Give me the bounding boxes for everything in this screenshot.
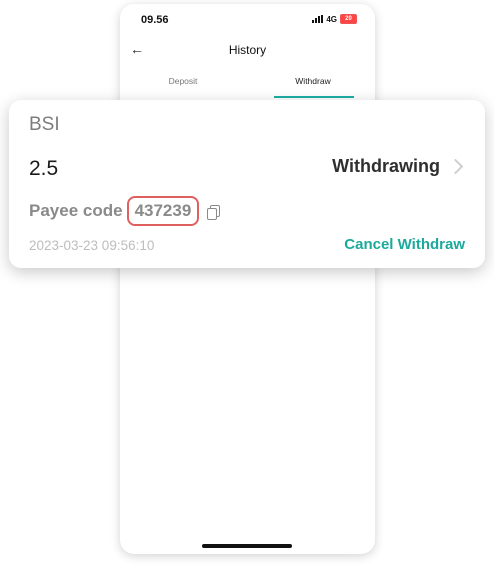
payee-label: Payee code xyxy=(29,201,123,220)
status-time: 09.56 xyxy=(141,14,169,26)
cancel-withdraw-button[interactable]: Cancel Withdraw xyxy=(344,236,465,253)
withdraw-amount: 2.5 xyxy=(29,157,59,180)
withdraw-status: Withdrawing xyxy=(332,156,440,176)
battery-icon: 20 xyxy=(340,14,357,24)
phone-frame: 09.56 4G 20 ← History Deposit Withdraw xyxy=(120,4,375,554)
tab-bar: Deposit Withdraw xyxy=(120,74,375,102)
withdraw-history-card[interactable]: BSI 2.5 Withdrawing Payee code 437239 20… xyxy=(9,100,485,268)
tab-active-indicator xyxy=(274,96,354,98)
bank-name: BSI xyxy=(29,114,60,135)
chevron-right-icon[interactable] xyxy=(447,158,464,175)
payee-row: Payee code 437239 xyxy=(29,196,221,226)
status-bar: 09.56 4G 20 xyxy=(120,4,375,34)
status-indicators: 4G 20 xyxy=(312,14,357,24)
tab-deposit[interactable]: Deposit xyxy=(128,76,238,86)
home-indicator xyxy=(202,544,292,548)
status-group[interactable]: Withdrawing xyxy=(332,156,465,177)
page-title: History xyxy=(228,43,267,57)
withdraw-date: 2023-03-23 09:56:10 xyxy=(29,238,155,253)
header: ← History xyxy=(120,38,375,66)
copy-icon[interactable] xyxy=(207,204,221,220)
network-type: 4G xyxy=(326,14,337,24)
payee-code: 437239 xyxy=(126,196,200,226)
tab-withdraw[interactable]: Withdraw xyxy=(258,76,368,86)
signal-icon xyxy=(312,15,324,23)
